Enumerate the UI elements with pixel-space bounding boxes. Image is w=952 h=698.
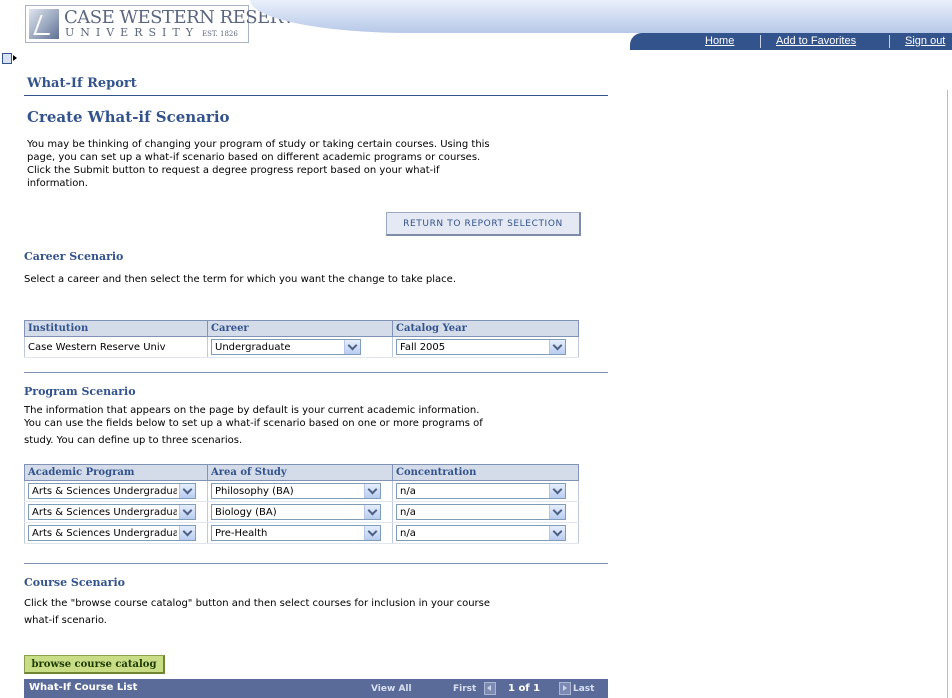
top-nav: Home Add to Favorites Sign out [630,33,952,50]
view-all-link[interactable]: View All [371,684,412,694]
logo-line2: UNIVERSITY [65,26,199,39]
chevron-down-icon [364,484,380,498]
program-scenario-heading: Program Scenario [24,385,136,398]
page-count: 1 of 1 [508,683,541,694]
chevron-down-icon [179,526,195,540]
institution-value: Case Western Reserve Univ [24,336,208,358]
intro-line: page, you can set up a what-if scenario … [27,152,481,163]
area-of-study-select[interactable]: Pre-Health [211,525,381,541]
chevron-down-icon [549,484,565,498]
academic-program-value: Arts & Sciences Undergradua [32,486,177,497]
instruction-line: study. You can define up to three scenar… [24,435,243,446]
previous-page-icon[interactable] [484,682,496,695]
concentration-select[interactable]: n/a [396,504,566,520]
right-divider [947,90,948,698]
chevron-down-icon [364,505,380,519]
program-instructions: The information that appears on the page… [24,404,483,447]
page-title: What-If Report [27,76,137,91]
course-list-header: What-If Course List View All First 1 of … [24,679,608,698]
concentration-value: n/a [400,528,416,539]
intro-line: information. [27,178,88,189]
academic-program-select[interactable]: Arts & Sciences Undergradua [28,525,196,541]
academic-program-select[interactable]: Arts & Sciences Undergradua [28,483,196,499]
nav-separator [760,35,761,48]
chevron-down-icon [549,340,565,354]
chevron-down-icon [549,526,565,540]
column-header-area-of-study: Area of Study [207,464,393,481]
area-of-study-value: Pre-Health [215,528,268,539]
top-banner: CASE WESTERN RESERVE UNIVERSITY EST. 182… [0,0,952,50]
section-divider [24,372,608,373]
column-header-career: Career [207,320,393,337]
menu-toggle-icon[interactable] [2,53,17,65]
first-link[interactable]: First [453,684,476,694]
table-row: Case Western Reserve Univ Undergraduate … [24,336,579,358]
next-page-icon[interactable] [559,682,571,695]
home-link[interactable]: Home [705,35,734,47]
table-header-row: Institution Career Catalog Year [24,320,579,337]
column-header-catalog-year: Catalog Year [392,320,579,337]
create-scenario-heading: Create What-if Scenario [27,108,230,126]
nav-separator [889,35,890,48]
menu-box-icon [2,53,12,64]
program-table: Academic Program Area of Study Concentra… [24,464,579,544]
academic-program-select[interactable]: Arts & Sciences Undergradua [28,504,196,520]
area-of-study-select[interactable]: Biology (BA) [211,504,381,520]
career-instructions: Select a career and then select the term… [24,274,456,285]
logo-est: EST. 1826 [202,30,238,38]
instruction-line: The information that appears on the page… [24,405,480,416]
instruction-line: You can use the fields below to set up a… [24,418,483,429]
header-swoosh [250,0,952,33]
expand-arrow-icon [13,55,17,61]
concentration-value: n/a [400,486,416,497]
academic-program-value: Arts & Sciences Undergradua [32,507,177,518]
area-of-study-select[interactable]: Philosophy (BA) [211,483,381,499]
table-header-row: Academic Program Area of Study Concentra… [24,464,579,481]
area-of-study-value: Philosophy (BA) [215,486,294,497]
table-row: Arts & Sciences Undergradua Biology (BA)… [24,501,579,523]
column-header-institution: Institution [24,320,208,337]
chevron-down-icon [344,340,360,354]
intro-line: You may be thinking of changing your pro… [27,139,490,150]
logo-emblem-icon [29,9,59,39]
chevron-down-icon [179,505,195,519]
area-of-study-value: Biology (BA) [215,507,277,518]
instruction-line: what-if scenario. [24,615,107,626]
return-to-report-selection-button[interactable]: RETURN TO REPORT SELECTION [386,212,581,236]
column-header-concentration: Concentration [392,464,579,481]
instruction-line: Click the "browse course catalog" button… [24,598,491,609]
section-divider [24,563,608,564]
course-list-title: What-If Course List [29,682,138,693]
chevron-down-icon [549,505,565,519]
university-logo: CASE WESTERN RESERVE UNIVERSITY EST. 182… [25,5,308,43]
academic-program-value: Arts & Sciences Undergradua [32,528,177,539]
catalog-year-select[interactable]: Fall 2005 [396,339,566,355]
table-row: Arts & Sciences Undergradua Pre-Health n… [24,522,579,544]
table-row: Arts & Sciences Undergradua Philosophy (… [24,480,579,502]
chevron-down-icon [179,484,195,498]
intro-line: Click the Submit button to request a deg… [27,165,440,176]
column-header-academic-program: Academic Program [24,464,208,481]
concentration-select[interactable]: n/a [396,483,566,499]
chevron-down-icon [364,526,380,540]
browse-course-catalog-button[interactable]: browse course catalog [24,655,165,674]
career-table: Institution Career Catalog Year Case Wes… [24,320,579,358]
concentration-select[interactable]: n/a [396,525,566,541]
last-link[interactable]: Last [573,684,594,694]
career-scenario-heading: Career Scenario [24,250,124,263]
sign-out-link[interactable]: Sign out [905,35,945,47]
catalog-year-value: Fall 2005 [400,342,446,353]
career-select-value: Undergraduate [215,342,291,353]
course-instructions: Click the "browse course catalog" button… [24,597,490,627]
career-select[interactable]: Undergraduate [211,339,361,355]
add-to-favorites-link[interactable]: Add to Favorites [776,35,856,47]
course-scenario-heading: Course Scenario [24,576,125,589]
title-divider [24,95,608,96]
concentration-value: n/a [400,507,416,518]
intro-text: You may be thinking of changing your pro… [27,138,490,190]
